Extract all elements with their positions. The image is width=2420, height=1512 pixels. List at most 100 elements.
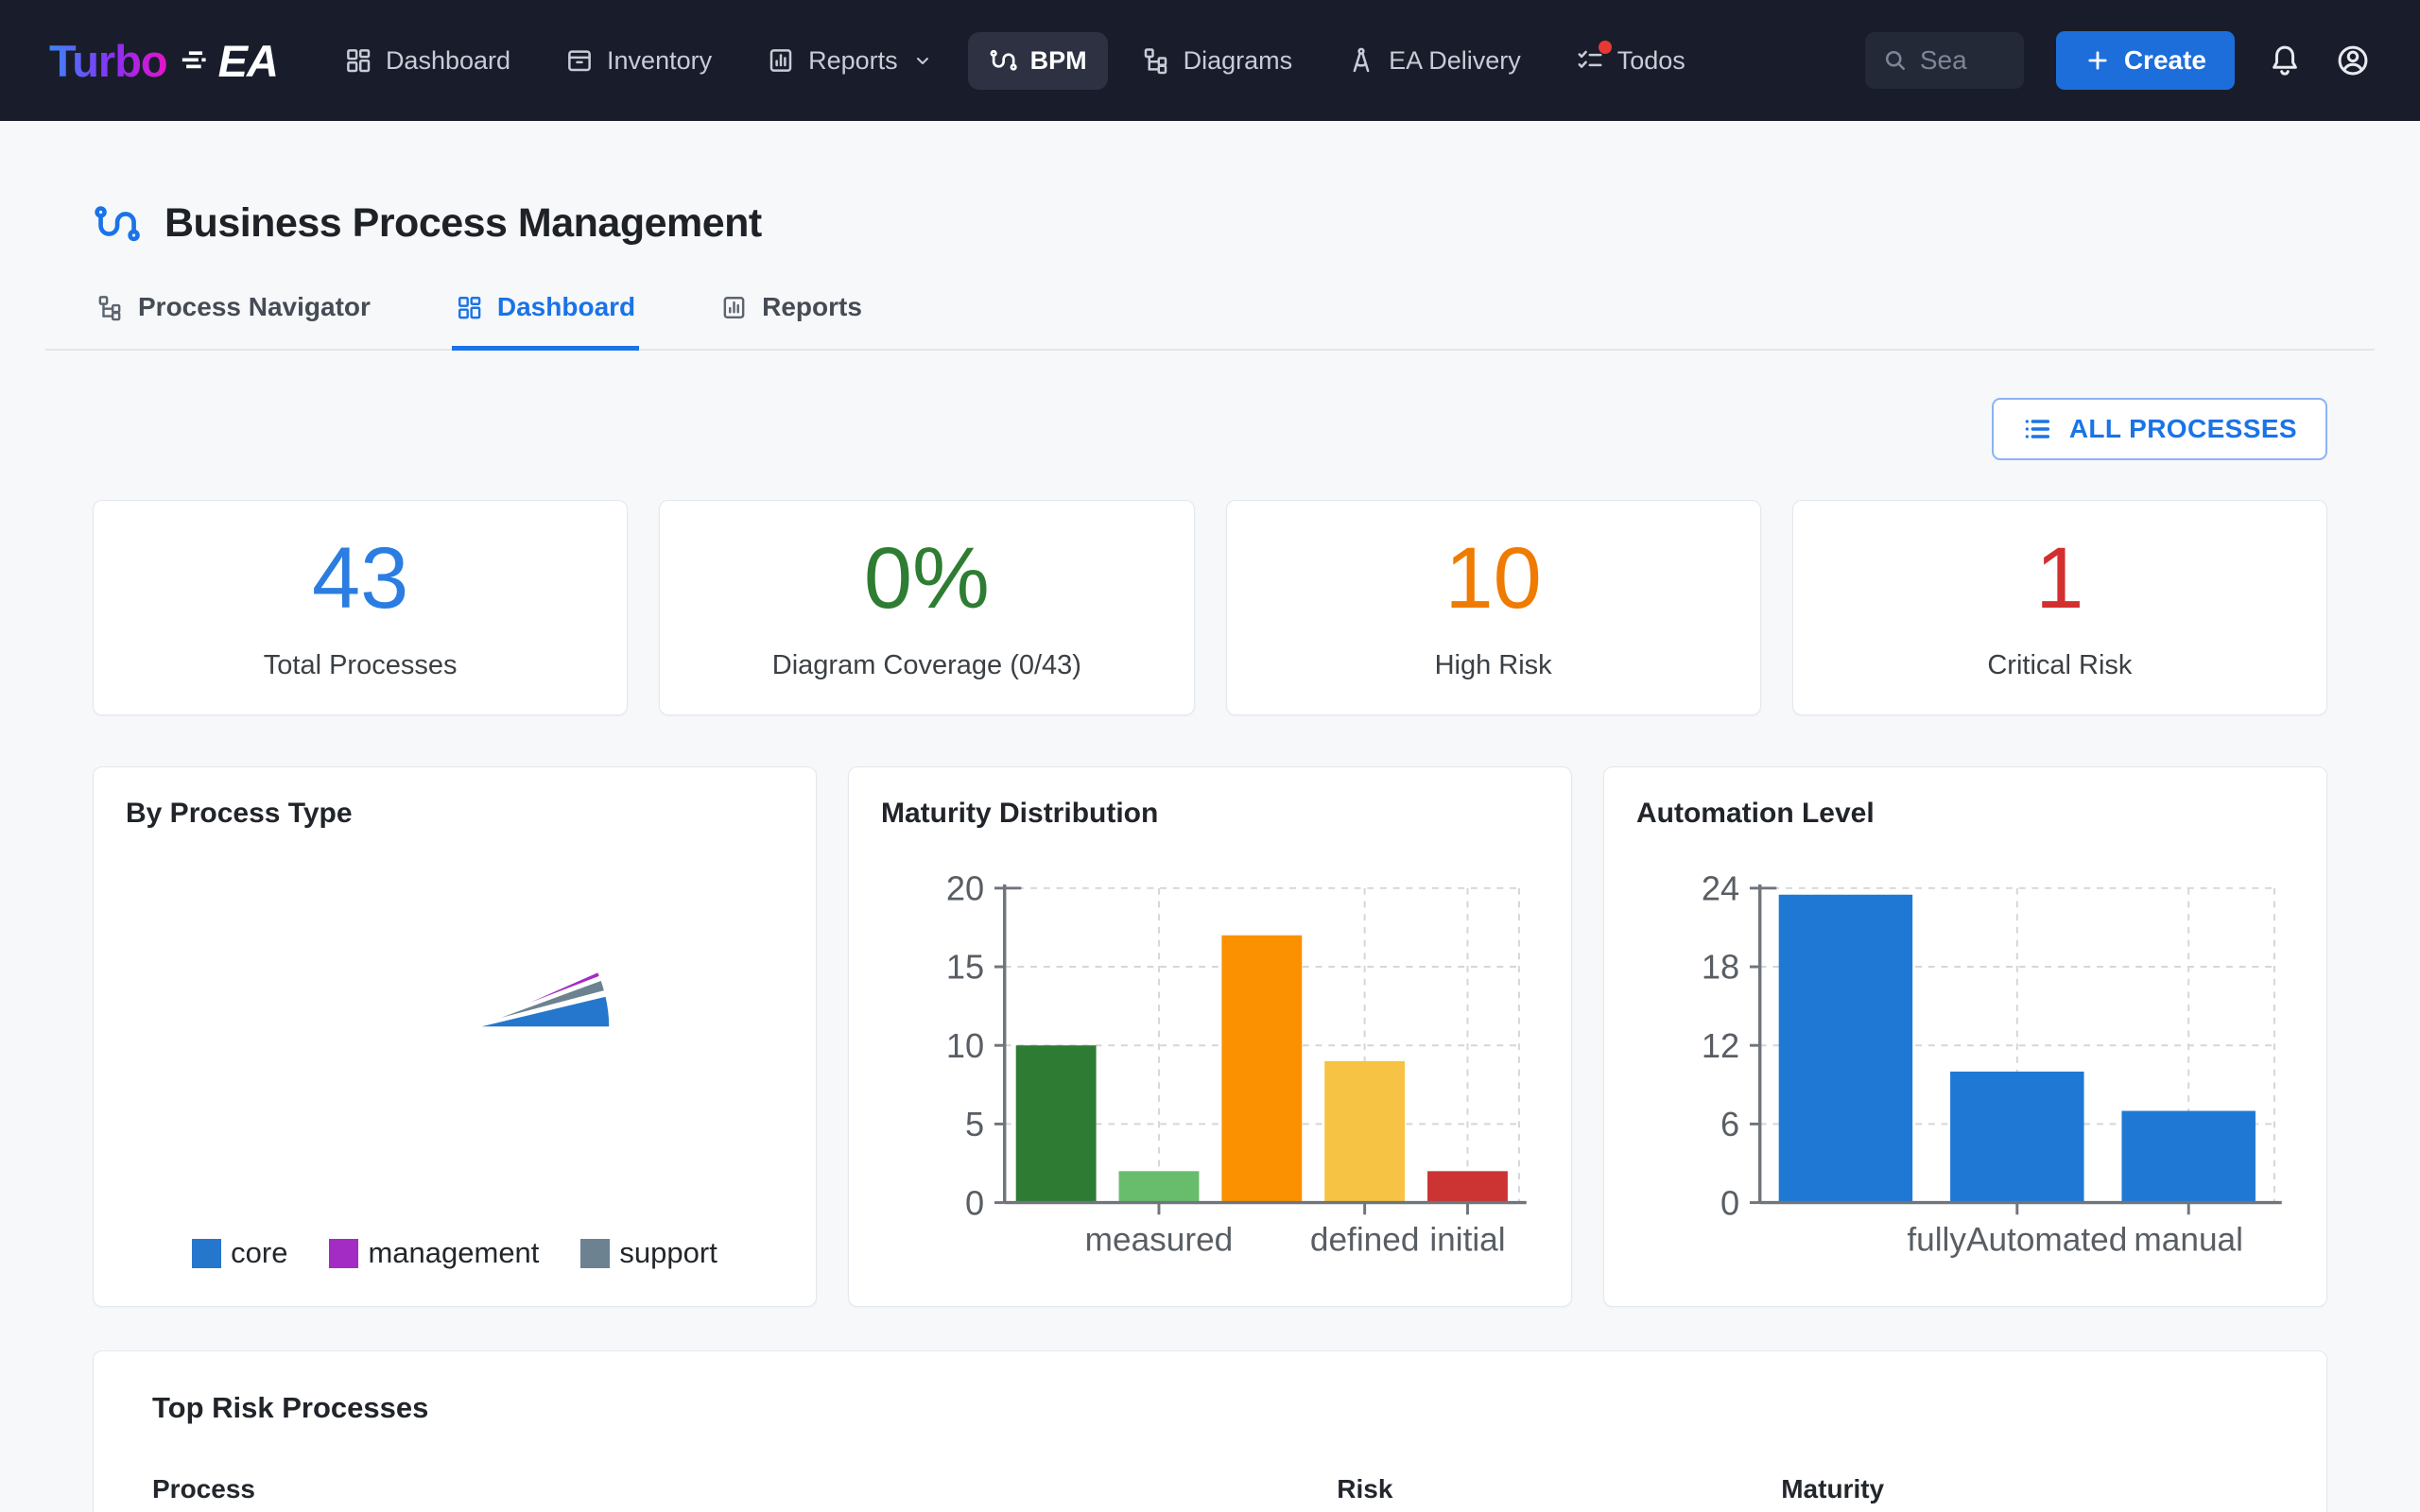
nav-item-ea-delivery[interactable]: EA Delivery — [1326, 32, 1542, 90]
svg-text:0: 0 — [1720, 1183, 1739, 1222]
top-risk-card: Top Risk Processes ProcessRiskMaturity — [93, 1350, 2327, 1512]
stat-value: 43 — [312, 535, 408, 622]
nav-item-label: Inventory — [607, 46, 712, 76]
page-title: Business Process Management — [164, 200, 762, 247]
all-processes-label: ALL PROCESSES — [2069, 414, 2297, 444]
legend-label: core — [231, 1236, 287, 1270]
legend-item-support: support — [580, 1236, 717, 1270]
stat-value: 10 — [1444, 535, 1541, 622]
stat-card-high-risk: 10 High Risk — [1226, 500, 1761, 715]
app-logo[interactable]: Turbo EA — [49, 35, 278, 87]
legend-swatch — [580, 1239, 610, 1268]
svg-text:18: 18 — [1702, 948, 1739, 987]
stat-label: High Risk — [1435, 650, 1552, 681]
svg-text:6: 6 — [1720, 1105, 1739, 1143]
tab-dashboard[interactable]: Dashboard — [452, 286, 639, 349]
nav-item-diagrams[interactable]: Diagrams — [1121, 32, 1314, 90]
stats-row: 43Total Processes0%Diagram Coverage (0/4… — [93, 500, 2327, 715]
table-title: Top Risk Processes — [152, 1391, 2268, 1425]
table-header-row: ProcessRiskMaturity — [152, 1474, 2268, 1504]
svg-text:manual: manual — [2134, 1221, 2243, 1258]
svg-text:12: 12 — [1702, 1026, 1739, 1065]
tab-label: Process Navigator — [138, 292, 371, 322]
list-icon — [2022, 414, 2052, 444]
chart-card-maturity: Maturity Distribution 05101520measuredde… — [848, 766, 1572, 1307]
table-col-risk: Risk — [1337, 1474, 1781, 1504]
global-search[interactable] — [1865, 32, 2024, 89]
create-button-label: Create — [2124, 45, 2206, 76]
nav-item-label: Reports — [808, 46, 898, 76]
tabs-bar: Process Navigator Dashboard Reports — [45, 286, 2375, 351]
dashboard-icon — [344, 46, 372, 75]
chevron-down-icon — [911, 49, 934, 72]
top-navbar: Turbo EA Dashboard Inventory Reports BPM Dia… — [0, 0, 2420, 121]
process-tree-icon — [96, 294, 124, 321]
page-header: Business Process Management — [93, 200, 2327, 247]
account-button[interactable] — [2335, 43, 2371, 78]
nav-item-label: BPM — [1030, 46, 1087, 76]
svg-text:15: 15 — [946, 948, 984, 987]
stat-card-diagram-coverage-0-43: 0% Diagram Coverage (0/43) — [659, 500, 1194, 715]
notifications-button[interactable] — [2267, 43, 2303, 78]
search-input[interactable] — [1920, 45, 1996, 76]
svg-text:defined: defined — [1310, 1221, 1420, 1258]
stat-value: 1 — [2035, 535, 2083, 622]
legend-item-core: core — [192, 1236, 287, 1270]
grid-icon — [456, 294, 483, 321]
speed-lines-icon — [177, 44, 215, 77]
inventory-icon — [565, 46, 594, 75]
chart-legend: core management support — [126, 1236, 784, 1283]
automation-bar-chart: 0 6 12 18 24 fullyAutomatedmanual — [1636, 837, 2294, 1272]
plus-icon — [2084, 47, 2111, 74]
tabs: Process Navigator Dashboard Reports — [93, 286, 2327, 349]
charts-row: By Process Type core management support Ma… — [93, 766, 2327, 1307]
nav-item-label: EA Delivery — [1389, 46, 1521, 76]
chart-card-automation: Automation Level 0 6 12 18 24 fullyAutomatedm… — [1603, 766, 2327, 1307]
navbar-right: Create — [1865, 31, 2371, 90]
main-content: Business Process Management Process Navi… — [0, 200, 2420, 1512]
todo-alert-dot — [1599, 41, 1612, 54]
user-avatar-icon — [2335, 43, 2371, 78]
create-button[interactable]: Create — [2056, 31, 2235, 90]
all-processes-button[interactable]: ALL PROCESSES — [1992, 398, 2327, 460]
reports-icon — [767, 46, 795, 75]
nav-item-reports[interactable]: Reports — [746, 32, 955, 90]
ea-delivery-icon — [1347, 46, 1375, 75]
diagrams-icon — [1142, 46, 1170, 75]
svg-text:5: 5 — [965, 1105, 984, 1143]
nav-item-dashboard[interactable]: Dashboard — [323, 32, 531, 90]
maturity-bar-chart: 05101520measureddefinedinitial — [881, 837, 1539, 1272]
stat-card-critical-risk: 1 Critical Risk — [1792, 500, 2327, 715]
stat-label: Critical Risk — [1987, 650, 2132, 681]
chart-title: Automation Level — [1636, 798, 2294, 830]
bpm-route-icon — [93, 203, 140, 245]
svg-text:20: 20 — [946, 869, 984, 908]
legend-swatch — [329, 1239, 358, 1268]
tab-label: Reports — [762, 292, 862, 322]
logo-text-ea: EA — [218, 35, 278, 87]
todos-icon — [1576, 46, 1604, 75]
logo-text-turbo: Turbo — [49, 35, 167, 87]
chart-title: Maturity Distribution — [881, 798, 1539, 830]
stat-label: Diagram Coverage (0/43) — [772, 650, 1081, 681]
nav-item-bpm[interactable]: BPM — [968, 32, 1108, 90]
nav-item-inventory[interactable]: Inventory — [544, 32, 733, 90]
nav-item-label: Dashboard — [386, 46, 510, 76]
legend-label: management — [368, 1236, 539, 1270]
chart-title: By Process Type — [126, 798, 784, 830]
tab-process-navigator[interactable]: Process Navigator — [93, 286, 374, 349]
process-type-pie-chart — [126, 837, 784, 1215]
legend-label: support — [619, 1236, 717, 1270]
svg-text:10: 10 — [946, 1026, 984, 1065]
svg-text:measured: measured — [1085, 1221, 1234, 1258]
svg-text:fullyAutomated: fullyAutomated — [1907, 1221, 2127, 1258]
nav-item-todos[interactable]: Todos — [1555, 32, 1706, 90]
tab-reports[interactable]: Reports — [717, 286, 866, 349]
stat-value: 0% — [864, 535, 990, 622]
nav-item-label: Todos — [1617, 46, 1685, 76]
legend-item-management: management — [329, 1236, 539, 1270]
legend-swatch — [192, 1239, 221, 1268]
svg-text:24: 24 — [1702, 869, 1739, 908]
main-nav: Dashboard Inventory Reports BPM Diagrams EA D… — [323, 32, 1706, 90]
svg-text:initial: initial — [1429, 1221, 1505, 1258]
